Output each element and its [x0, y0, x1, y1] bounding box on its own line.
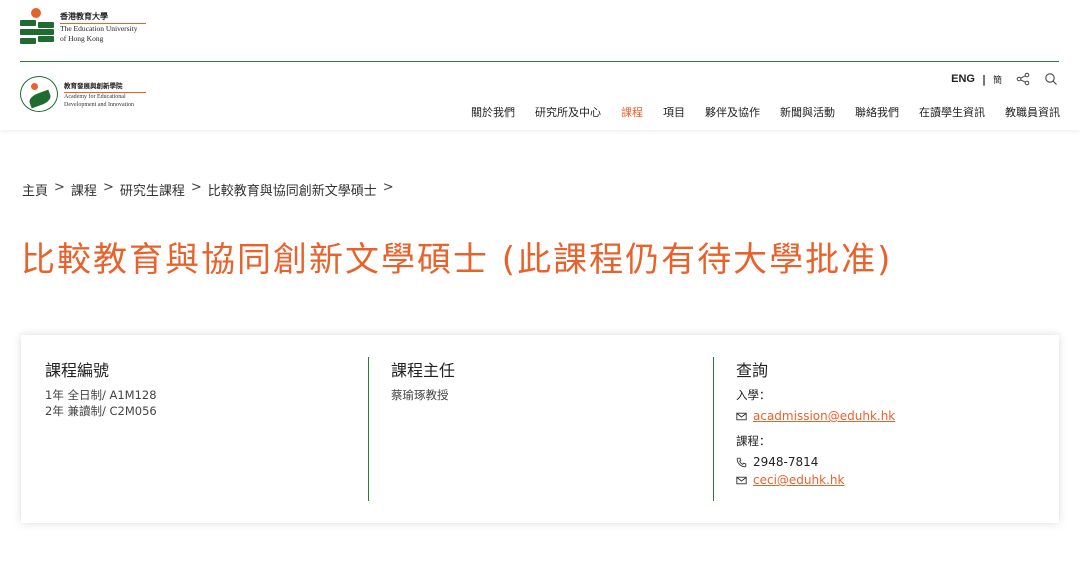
breadcrumb: 主頁 > 課程 > 研究生課程 > 比較教育與協同創新文學碩士 >: [22, 180, 400, 199]
eduhk-logo-cn: 香港教育大學: [60, 11, 146, 24]
nav-contact[interactable]: 聯絡我們: [855, 104, 899, 120]
programme-enquiry-label: 課程：: [736, 434, 771, 448]
programme-email-link[interactable]: ceci@eduhk.hk: [753, 471, 844, 489]
aedi-logo-en-2: Development and Innovation: [64, 101, 134, 108]
main-nav: 關於我們 研究所及中心 課程 項目 夥伴及協作 新聞與活動 聯絡我們 在讀學生資…: [451, 104, 1060, 120]
eduhk-logo[interactable]: 香港教育大學 The Education University of Hong …: [20, 8, 146, 46]
eduhk-logo-mark: [20, 8, 54, 46]
lang-separator: |: [981, 72, 986, 86]
programme-email-row: ceci@eduhk.hk: [736, 471, 1033, 489]
mail-icon: [736, 476, 747, 484]
programme-code-heading: 課程編號: [45, 361, 110, 380]
aedi-logo-en-1: Academy for Educational: [64, 93, 126, 100]
programme-code-section: 課程編號 1年 全日制/ A1M128 2年 兼讀制/ C2M056: [45, 357, 365, 501]
aedi-logo-cn: 教育發展與創新學院: [64, 80, 146, 93]
breadcrumb-separator: >: [102, 180, 114, 195]
programme-phone: 2948-7814: [753, 455, 819, 469]
nav-partners[interactable]: 夥伴及協作: [705, 104, 760, 120]
admission-email-row: acadmission@eduhk.hk: [736, 407, 1033, 425]
utility-bar: ENG | 簡: [951, 72, 1058, 86]
eduhk-logo-en-2: of Hong Kong: [60, 33, 104, 43]
programme-director-heading: 課程主任: [391, 361, 456, 380]
admission-label: 入學：: [736, 388, 771, 402]
nav-projects[interactable]: 項目: [663, 104, 685, 120]
nav-staff[interactable]: 教職員資訊: [1005, 104, 1060, 120]
programme-code-parttime: 2年 兼讀制/ C2M056: [45, 404, 157, 418]
phone-icon: [736, 457, 747, 467]
eduhk-logo-en-1: The Education University: [60, 24, 138, 33]
enquiry-section: 查詢 入學： acadmission@eduhk.hk 課程： 2948-781…: [713, 357, 1033, 501]
nav-news-events[interactable]: 新聞與活動: [780, 104, 835, 120]
nav-about[interactable]: 關於我們: [471, 104, 515, 120]
mail-icon: [736, 412, 747, 420]
admission-email-link[interactable]: acadmission@eduhk.hk: [753, 407, 895, 425]
site-header: 香港教育大學 The Education University of Hong …: [0, 0, 1080, 130]
programme-code-fulltime: 1年 全日制/ A1M128: [45, 388, 157, 402]
programme-phone-row: 2948-7814: [736, 453, 1033, 471]
breadcrumb-separator: >: [54, 180, 65, 195]
share-icon[interactable]: [1016, 72, 1030, 86]
nav-research-centres[interactable]: 研究所及中心: [535, 104, 601, 120]
programme-director-name: 蔡瑜琢教授: [391, 388, 449, 402]
aedi-logo[interactable]: 教育發展與創新學院 Academy for Educational Develo…: [20, 76, 146, 112]
lang-eng-link[interactable]: ENG: [951, 73, 975, 85]
enquiry-heading: 查詢: [736, 361, 769, 380]
nav-current-students[interactable]: 在讀學生資訊: [919, 104, 985, 120]
search-icon[interactable]: [1044, 72, 1058, 86]
programme-info-card: 課程編號 1年 全日制/ A1M128 2年 兼讀制/ C2M056 課程主任 …: [21, 335, 1059, 523]
lang-simplified-link[interactable]: 簡: [993, 73, 1002, 86]
breadcrumb-separator: >: [190, 180, 202, 195]
breadcrumb-programmes[interactable]: 課程: [71, 180, 97, 199]
programme-director-section: 課程主任 蔡瑜琢教授: [368, 357, 713, 501]
breadcrumb-separator: >: [382, 180, 394, 195]
breadcrumb-home[interactable]: 主頁: [22, 180, 48, 199]
page-title: 比較教育與協同創新文學碩士 (此課程仍有待大學批准): [21, 240, 893, 280]
aedi-logo-mark: [20, 76, 58, 112]
breadcrumb-postgraduate[interactable]: 研究生課程: [120, 180, 185, 199]
breadcrumb-current: 比較教育與協同創新文學碩士: [207, 184, 377, 199]
header-divider: [20, 61, 1059, 62]
nav-programmes[interactable]: 課程: [621, 104, 643, 120]
